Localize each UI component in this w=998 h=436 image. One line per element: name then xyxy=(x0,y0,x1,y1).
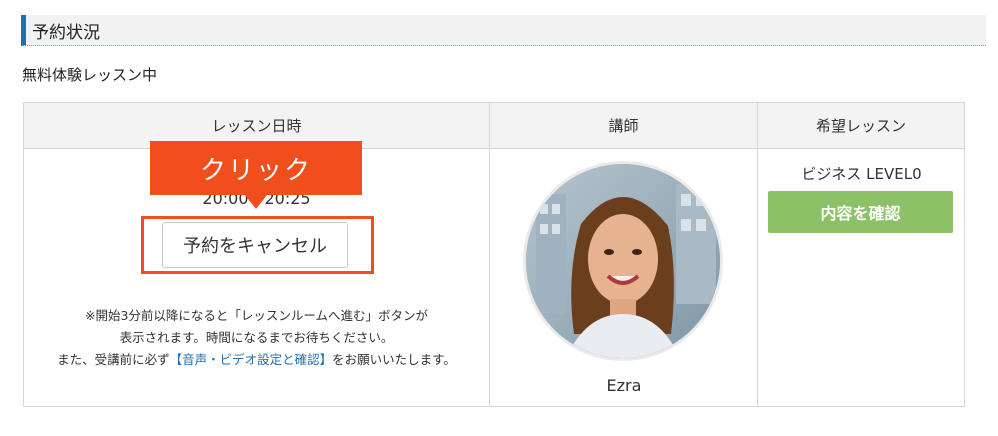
notice-line-3: また、受講前に必ず【音声・ビデオ設定と確認】をお願いいたします。 xyxy=(24,349,489,371)
cell-lesson-datetime: 20:00 - 20:25 予約をキャンセル クリック ※開始3分前以降になると… xyxy=(24,141,489,406)
trial-status-text: 無料体験レッスン中 xyxy=(22,66,158,84)
course-name: ビジネス LEVEL0 xyxy=(801,165,922,183)
notice-line-2: 表示されます。時間になるまでお待ちください。 xyxy=(119,330,394,345)
click-callout: クリック xyxy=(150,141,362,195)
notice-line-1: ※開始3分前以降になると「レッスンルームへ進む」ボタンが xyxy=(84,308,429,323)
view-details-button[interactable]: 内容を確認 xyxy=(768,191,953,233)
reservation-table: レッスン日時 講師 希望レッスン 20:00 - 20:25 予約をキャンセル … xyxy=(23,102,965,407)
cancel-reservation-button[interactable]: 予約をキャンセル xyxy=(162,222,348,268)
section-header: 予約状況 xyxy=(21,15,986,46)
cell-teacher: Ezra xyxy=(489,149,757,406)
teacher-name: Ezra xyxy=(606,376,642,395)
reservation-status-page: 予約状況 無料体験レッスン中 レッスン日時 講師 希望レッスン 20:00 - … xyxy=(0,0,998,436)
callout-arrow-icon xyxy=(245,195,267,209)
header-desired-lesson: 希望レッスン xyxy=(757,103,964,148)
teacher-avatar xyxy=(523,161,723,361)
lesson-notice: ※開始3分前以降になると「レッスンルームへ進む」ボタンが 表示されます。時間にな… xyxy=(24,305,489,371)
cell-desired-lesson: ビジネス LEVEL0 内容を確認 xyxy=(757,149,964,406)
notice-line-3-prefix: また、受講前に必ず xyxy=(57,352,170,367)
section-title: 予約状況 xyxy=(32,22,100,43)
av-settings-link[interactable]: 【音声・ビデオ設定と確認】 xyxy=(170,352,333,367)
teacher-photo-icon xyxy=(526,164,720,358)
notice-line-3-suffix: をお願いいたします。 xyxy=(332,352,456,367)
header-teacher: 講師 xyxy=(489,103,757,148)
